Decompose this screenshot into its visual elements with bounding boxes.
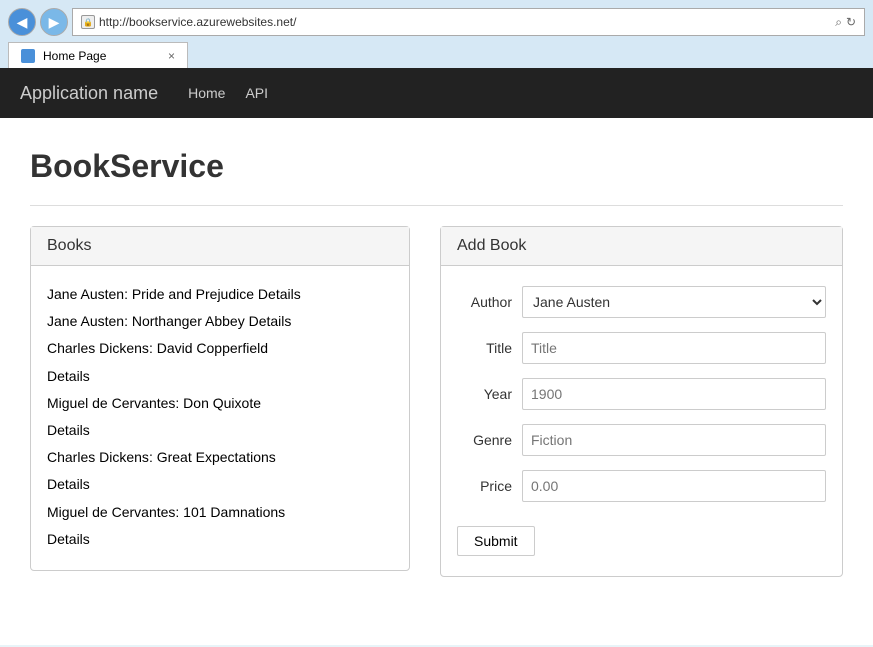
book-author: Charles Dickens <box>47 449 149 465</box>
details-link-6[interactable]: Details <box>47 531 90 547</box>
submit-button[interactable]: Submit <box>457 526 535 556</box>
app-navbar: Application name Home API <box>0 68 873 118</box>
book-author: Jane Austen <box>47 286 124 302</box>
genre-row: Genre <box>457 424 826 456</box>
author-select[interactable]: Jane Austen Charles Dickens Miguel de Ce… <box>522 286 826 318</box>
year-label: Year <box>457 386 512 402</box>
year-input[interactable] <box>522 378 826 410</box>
tab-bar: Home Page × <box>8 42 865 68</box>
list-item: Charles Dickens: Great Expectations <box>47 445 393 470</box>
list-item: Details <box>47 418 393 443</box>
url-text: http://bookservice.azurewebsites.net/ <box>99 15 827 29</box>
details-link-4[interactable]: Details <box>47 422 90 438</box>
nav-links: Home API <box>188 81 268 105</box>
page-title: BookService <box>30 148 843 185</box>
list-item: Details <box>47 364 393 389</box>
books-list: Jane Austen: Pride and Prejudice Details… <box>31 266 409 570</box>
app-name: Application name <box>20 83 158 104</box>
genre-input[interactable] <box>522 424 826 456</box>
genre-label: Genre <box>457 432 512 448</box>
list-item: Jane Austen: Northanger Abbey Details <box>47 309 393 334</box>
search-icon: ⌕ <box>835 15 842 30</box>
list-item: Jane Austen: Pride and Prejudice Details <box>47 282 393 307</box>
book-author: Jane Austen <box>47 313 124 329</box>
tab-favicon <box>21 49 35 63</box>
forward-button[interactable]: ▶ <box>40 8 68 36</box>
list-item: Details <box>47 472 393 497</box>
tab-label: Home Page <box>43 49 106 63</box>
details-link-3[interactable]: Details <box>47 368 90 384</box>
browser-chrome: ◀ ▶ 🔒 http://bookservice.azurewebsites.n… <box>0 0 873 68</box>
book-author: Charles Dickens <box>47 340 149 356</box>
details-link-5[interactable]: Details <box>47 476 90 492</box>
title-label: Title <box>457 340 512 356</box>
author-row: Author Jane Austen Charles Dickens Migue… <box>457 286 826 318</box>
address-bar[interactable]: 🔒 http://bookservice.azurewebsites.net/ … <box>72 8 865 36</box>
list-item: Miguel de Cervantes: 101 Damnations <box>47 500 393 525</box>
back-icon: ◀ <box>17 14 28 31</box>
book-author: Miguel de Cervantes <box>47 504 175 520</box>
add-book-panel-header: Add Book <box>441 227 842 266</box>
books-panel: Books Jane Austen: Pride and Prejudice D… <box>30 226 410 571</box>
details-link-1[interactable]: Details <box>258 286 301 302</box>
divider <box>30 205 843 206</box>
author-label: Author <box>457 294 512 310</box>
forward-icon: ▶ <box>49 14 60 31</box>
browser-toolbar: ◀ ▶ 🔒 http://bookservice.azurewebsites.n… <box>8 8 865 36</box>
back-button[interactable]: ◀ <box>8 8 36 36</box>
nav-link-home[interactable]: Home <box>188 81 225 105</box>
list-item: Charles Dickens: David Copperfield <box>47 336 393 361</box>
title-row: Title <box>457 332 826 364</box>
price-row: Price <box>457 470 826 502</box>
list-item: Miguel de Cervantes: Don Quixote <box>47 391 393 416</box>
tab-close-button[interactable]: × <box>168 49 175 63</box>
page-content: BookService Books Jane Austen: Pride and… <box>0 118 873 645</box>
title-input[interactable] <box>522 332 826 364</box>
nav-link-api[interactable]: API <box>245 81 268 105</box>
details-link-2[interactable]: Details <box>249 313 292 329</box>
book-author: Miguel de Cervantes <box>47 395 175 411</box>
add-book-panel: Add Book Author Jane Austen Charles Dick… <box>440 226 843 577</box>
browser-tab[interactable]: Home Page × <box>8 42 188 68</box>
price-input[interactable] <box>522 470 826 502</box>
add-book-form: Author Jane Austen Charles Dickens Migue… <box>441 266 842 576</box>
list-item: Details <box>47 527 393 552</box>
books-panel-header: Books <box>31 227 409 266</box>
price-label: Price <box>457 478 512 494</box>
panels: Books Jane Austen: Pride and Prejudice D… <box>30 226 843 577</box>
url-icon: 🔒 <box>81 15 95 29</box>
year-row: Year <box>457 378 826 410</box>
refresh-icon[interactable]: ↻ <box>846 15 856 29</box>
